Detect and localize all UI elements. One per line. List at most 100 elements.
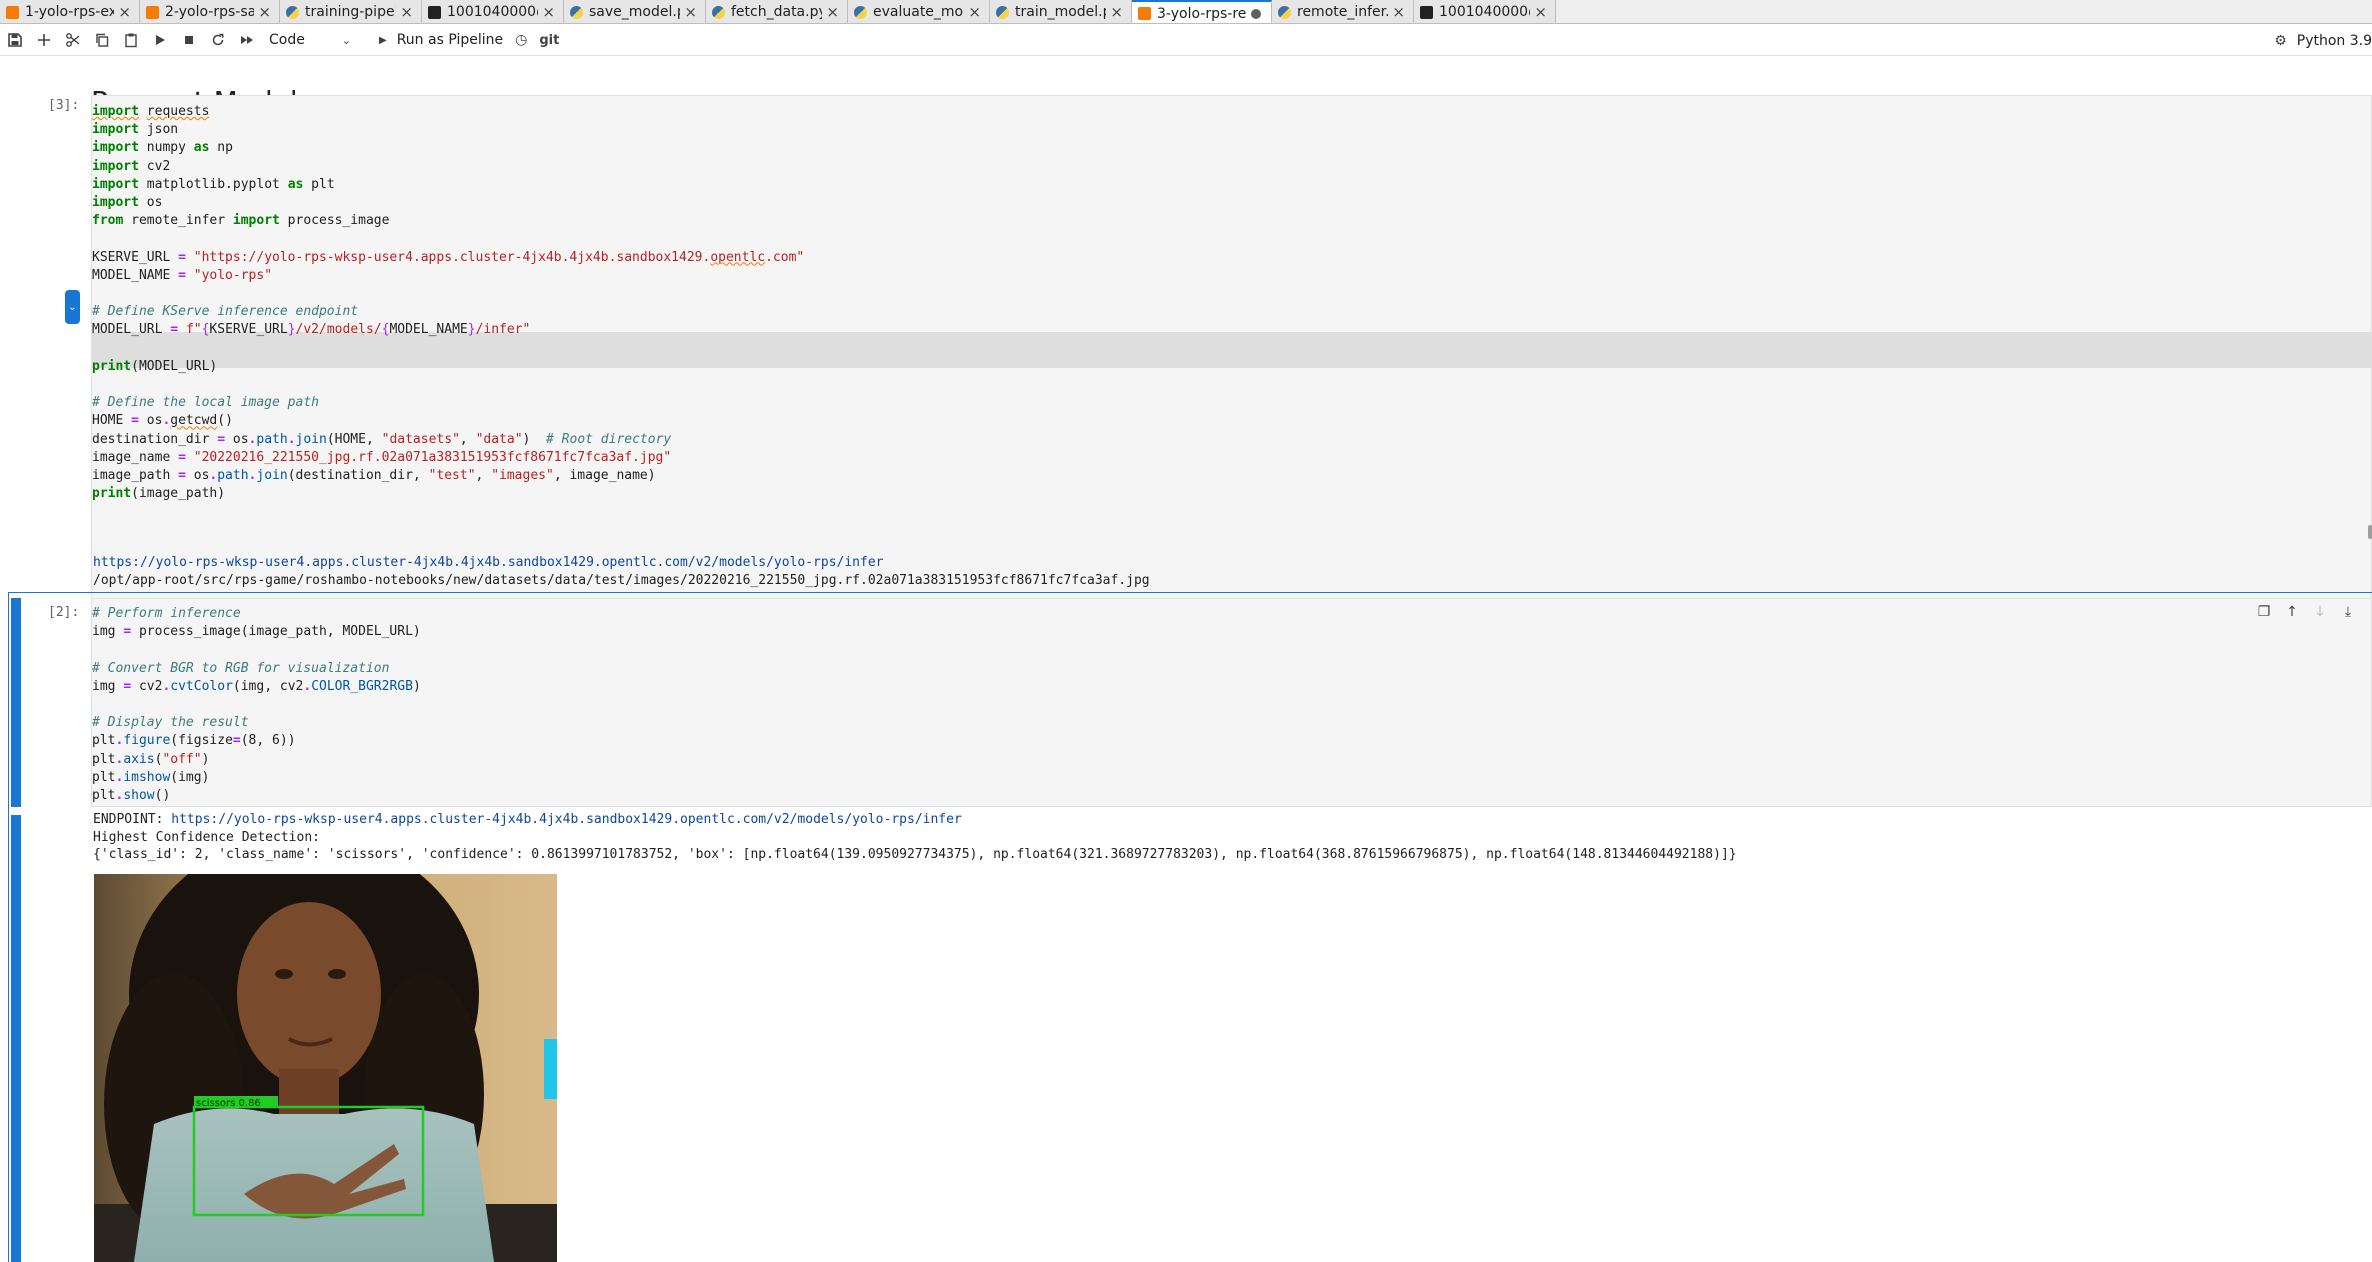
- terminal-icon: [428, 5, 441, 19]
- notebook-icon: [146, 5, 159, 19]
- output-text: /opt/app-root/src/rps-game/roshambo-note…: [93, 572, 1150, 588]
- cell-prompt: [2]:: [48, 605, 80, 620]
- code-content: import requests import json import numpy…: [92, 104, 805, 502]
- collapse-cell-button[interactable]: ⌄: [65, 290, 80, 324]
- run-cell-button[interactable]: [145, 26, 174, 55]
- clock-icon[interactable]: ◷: [515, 32, 527, 48]
- interrupt-kernel-button[interactable]: [174, 26, 203, 55]
- cell-toolbar: ❐ ↑ ↓ ⤓: [2250, 602, 2362, 622]
- chevron-down-icon: ⌄: [341, 33, 351, 47]
- tab-label: 1001040000@my-workbench: [1439, 4, 1530, 20]
- input-collapser-bar[interactable]: [11, 598, 21, 807]
- notebook-toolbar: Code ⌄ ▶ Run as Pipeline ◷ git ⚙ Python …: [0, 25, 2372, 56]
- cut-cell-button[interactable]: [58, 26, 87, 55]
- copy-icon: ❐: [2257, 604, 2271, 620]
- scrollbar[interactable]: [2368, 525, 2372, 539]
- close-icon[interactable]: ×: [684, 3, 697, 21]
- endpoint-link[interactable]: https://yolo-rps-wksp-user4.apps.cluster…: [171, 812, 962, 827]
- output-text: {'class_id': 2, 'class_name': 'scissors'…: [93, 847, 1737, 862]
- python-file-icon: [854, 5, 867, 19]
- tab-1001040000-my-workbench[interactable]: 1001040000@my-workbench×: [422, 0, 564, 23]
- fast-forward-icon: [240, 36, 253, 44]
- tab-save-model-py[interactable]: save_model.py×: [564, 0, 706, 23]
- close-icon[interactable]: ×: [258, 3, 271, 21]
- tab-label: 1001040000@my-workbench: [447, 4, 538, 20]
- paste-cell-button[interactable]: [116, 26, 145, 55]
- stop-icon: [184, 36, 193, 44]
- restart-icon: [212, 33, 223, 46]
- git-button[interactable]: git: [539, 33, 559, 48]
- arrow-up-icon: ↑: [2286, 604, 2298, 620]
- insert-icon: ⤓: [2344, 604, 2352, 620]
- cell-prompt: [3]:: [48, 98, 80, 113]
- tab-train-model-py[interactable]: train_model.py×: [990, 0, 1132, 23]
- tab-training-pipeline-py[interactable]: training-pipeline.py×: [280, 0, 422, 23]
- cell2-output: ENDPOINT: https://yolo-rps-wksp-user4.ap…: [93, 811, 1737, 864]
- close-icon[interactable]: ×: [118, 3, 131, 21]
- tab-label: 2-yolo-rps-save-model.ipynb: [165, 4, 255, 20]
- insert-cell-button[interactable]: ⤓: [2334, 602, 2362, 622]
- run-as-pipeline-label: Run as Pipeline: [396, 32, 504, 48]
- gear-icon: ⚙: [2274, 32, 2287, 49]
- restart-kernel-button[interactable]: [203, 26, 232, 55]
- tab-1-yolo-rps-experiment-training[interactable]: 1-yolo-rps-experiment-training×: [0, 0, 140, 23]
- output-link[interactable]: https://yolo-rps-wksp-user4.apps.cluster…: [93, 555, 884, 570]
- tab-label: remote_infer.py: [1297, 4, 1388, 20]
- move-up-button[interactable]: ↑: [2278, 602, 2306, 622]
- save-icon: [7, 33, 22, 47]
- notebook-icon: [6, 5, 19, 19]
- endpoint-label: ENDPOINT:: [93, 812, 172, 827]
- move-down-button[interactable]: ↓: [2306, 602, 2334, 622]
- kernel-status[interactable]: ⚙ Python 3.9: [2274, 25, 2372, 56]
- copy-icon: [95, 33, 108, 47]
- close-icon[interactable]: ×: [1534, 3, 1547, 21]
- add-cell-button[interactable]: [29, 26, 58, 55]
- cell1-output: https://yolo-rps-wksp-user4.apps.cluster…: [93, 554, 1150, 589]
- chevron-down-icon: ⌄: [68, 301, 77, 313]
- cell-type-dropdown[interactable]: Code ⌄: [269, 32, 355, 48]
- close-icon[interactable]: ×: [400, 3, 413, 21]
- tab-label: training-pipeline.py: [305, 4, 396, 20]
- tab-label: 3-yolo-rps-request-model.ipynb: [1157, 5, 1247, 22]
- close-icon[interactable]: ×: [826, 3, 839, 21]
- tab-label: 1-yolo-rps-experiment-training: [25, 4, 114, 20]
- tab-evaluate-model-py[interactable]: evaluate_model.py×: [848, 0, 990, 23]
- terminal-icon: [1420, 5, 1433, 19]
- tab-bar: 1-yolo-rps-experiment-training×2-yolo-rp…: [0, 0, 2372, 24]
- close-icon[interactable]: ×: [1110, 3, 1123, 21]
- code-editor[interactable]: # Perform inference img = process_image(…: [91, 598, 2372, 807]
- python-file-icon: [570, 5, 583, 19]
- unsaved-dot-icon[interactable]: [1251, 8, 1261, 19]
- output-collapser-bar[interactable]: [11, 815, 21, 1262]
- close-icon[interactable]: ×: [542, 3, 555, 21]
- inference-result-image: scissors 0.86: [94, 874, 557, 1262]
- tab-3-yolo-rps-request-model-ipynb[interactable]: 3-yolo-rps-request-model.ipynb: [1132, 0, 1272, 23]
- kernel-name: Python 3.9: [2296, 32, 2372, 49]
- notebook-icon: [1138, 7, 1151, 20]
- restart-run-all-button[interactable]: [232, 26, 261, 55]
- arrow-down-icon: ↓: [2314, 604, 2326, 620]
- clipboard-icon: [124, 33, 137, 48]
- python-file-icon: [996, 5, 1009, 19]
- tab-fetch-data-py[interactable]: fetch_data.py ×: [706, 0, 848, 23]
- copy-cell-button[interactable]: [87, 26, 116, 55]
- close-icon[interactable]: ×: [1392, 3, 1405, 21]
- python-file-icon: [1278, 5, 1291, 19]
- code-editor[interactable]: import requests import json import numpy…: [91, 95, 2372, 604]
- plus-icon: [37, 34, 50, 46]
- close-icon[interactable]: ×: [968, 3, 981, 21]
- tab-remote-infer-py[interactable]: remote_infer.py×: [1272, 0, 1414, 23]
- tab-label: evaluate_model.py: [873, 4, 964, 20]
- tab-1001040000-my-workbench[interactable]: 1001040000@my-workbench×: [1414, 0, 1556, 23]
- code-content: # Perform inference img = process_image(…: [92, 606, 421, 804]
- tab-label: save_model.py: [589, 4, 680, 20]
- tab-2-yolo-rps-save-model-ipynb[interactable]: 2-yolo-rps-save-model.ipynb×: [140, 0, 280, 23]
- run-as-pipeline-button[interactable]: ▶ Run as Pipeline: [379, 32, 503, 48]
- output-image: scissors 0.86: [94, 874, 557, 1262]
- duplicate-cell-button[interactable]: ❐: [2250, 602, 2278, 622]
- save-button[interactable]: [0, 26, 29, 55]
- notebook-panel: Request Model [3]: import requests impor…: [0, 57, 2372, 1262]
- cell-type-value: Code: [269, 32, 305, 48]
- output-text: Highest Confidence Detection:: [93, 829, 320, 845]
- scissors-icon: [65, 33, 79, 47]
